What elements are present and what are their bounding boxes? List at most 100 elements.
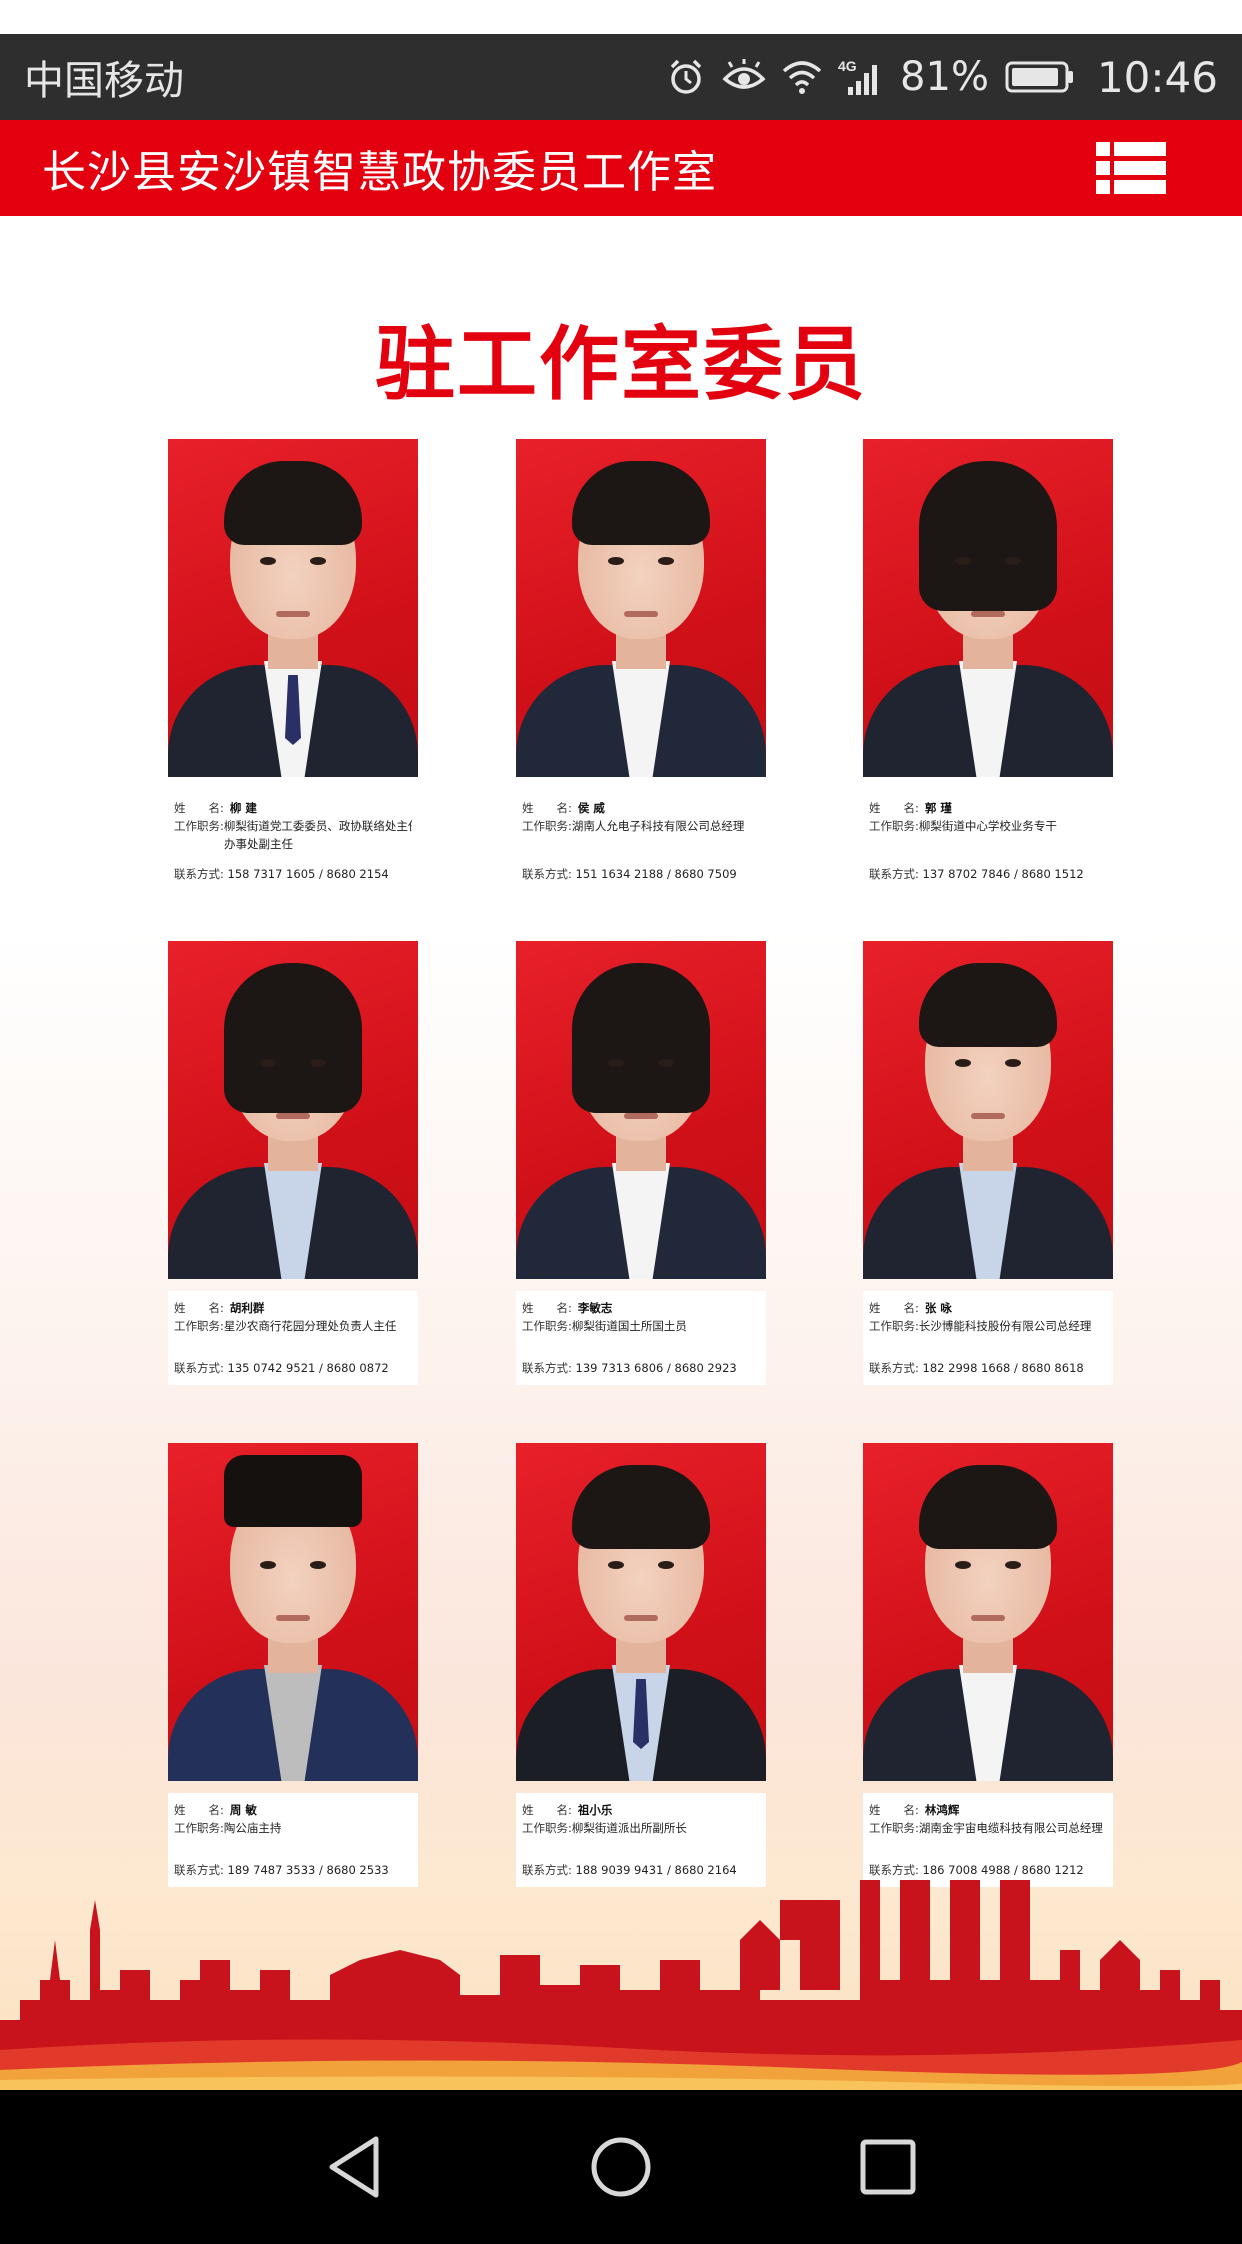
contact-label: 联系方式:: [869, 1863, 919, 1877]
app-title: 长沙县安沙镇智慧政协委员工作室: [42, 147, 717, 198]
position-label: 工作职务:: [869, 1821, 919, 1835]
battery-percent: 81%: [900, 54, 989, 100]
contact-label: 联系方式:: [174, 867, 224, 881]
member-photo: [516, 1443, 766, 1781]
member-info: 姓 名: 林鸿辉 工作职务:湖南金宇宙电缆科技有限公司总经理 联系方式: 186 …: [863, 1793, 1113, 1887]
member-contact: 137 8702 7846 / 8680 1512: [922, 867, 1084, 881]
name-label: 姓 名:: [174, 1803, 224, 1817]
name-label: 姓 名:: [522, 801, 572, 815]
member-info: 姓 名: 柳 建 工作职务:柳梨街道党工委委员、政协联络处主任、 办事处副主任 联…: [168, 791, 418, 891]
member-contact: 158 7317 1605 / 8680 2154: [227, 867, 389, 881]
member-contact: 186 7008 4988 / 8680 1212: [922, 1863, 1084, 1877]
menu-icon[interactable]: [1096, 142, 1166, 194]
carrier-label: 中国移动: [24, 58, 184, 104]
position-label: 工作职务:: [869, 819, 919, 833]
member-contact: 135 0742 9521 / 8680 0872: [227, 1361, 389, 1375]
member-photo: [168, 1443, 418, 1781]
member-name: 祖小乐: [577, 1803, 613, 1817]
member-info: 姓 名: 胡利群 工作职务:星沙农商行花园分理处负责人主任 联系方式: 135 0…: [168, 1291, 418, 1385]
contact-label: 联系方式:: [869, 1361, 919, 1375]
alarm-icon: [666, 57, 706, 97]
city-skyline-decoration: [0, 1880, 1242, 2090]
member-photo: [168, 941, 418, 1279]
member-name: 林鸿辉: [924, 1803, 960, 1817]
name-label: 姓 名:: [869, 1803, 919, 1817]
member-card[interactable]: 姓 名: 李敏志 工作职务:柳梨街道国土所国土员 联系方式: 139 7313 6…: [516, 941, 766, 1385]
position-label: 工作职务:: [522, 819, 572, 833]
app-header: 长沙县安沙镇智慧政协委员工作室: [0, 120, 1242, 216]
member-photo: [863, 1443, 1113, 1781]
member-position: 柳梨街道国土所国土员: [571, 1319, 687, 1333]
position-label: 工作职务:: [869, 1319, 919, 1333]
name-label: 姓 名:: [174, 1301, 224, 1315]
member-name: 胡利群: [229, 1301, 265, 1315]
member-position: 柳梨街道中心学校业务专干: [918, 819, 1057, 833]
member-contact: 189 7487 3533 / 8680 2533: [227, 1863, 389, 1877]
member-photo: [863, 439, 1113, 777]
member-position: 陶公庙主持: [223, 1821, 282, 1835]
member-card[interactable]: 姓 名: 祖小乐 工作职务:柳梨街道派出所副所长 联系方式: 188 9039 9…: [516, 1443, 766, 1887]
member-contact: 182 2998 1668 / 8680 8618: [922, 1361, 1084, 1375]
name-label: 姓 名:: [869, 801, 919, 815]
member-position: 湖南人允电子科技有限公司总经理: [571, 819, 745, 833]
member-info: 姓 名: 张 咏 工作职务:长沙博能科技股份有限公司总经理 联系方式: 182 2…: [863, 1291, 1113, 1385]
status-icons: 4G 81% 10:46: [666, 53, 1218, 102]
contact-label: 联系方式:: [174, 1361, 224, 1375]
member-card[interactable]: 姓 名: 周 敏 工作职务:陶公庙主持 联系方式: 189 7487 3533 /…: [168, 1443, 418, 1887]
eye-icon: [722, 59, 766, 95]
member-card[interactable]: 姓 名: 胡利群 工作职务:星沙农商行花园分理处负责人主任 联系方式: 135 0…: [168, 941, 418, 1385]
member-photo: [168, 439, 418, 777]
contact-label: 联系方式:: [869, 867, 919, 881]
member-position: 柳梨街道派出所副所长: [571, 1821, 687, 1835]
recents-square-icon[interactable]: [848, 2127, 928, 2207]
member-photo: [516, 941, 766, 1279]
member-card[interactable]: 姓 名: 柳 建 工作职务:柳梨街道党工委委员、政协联络处主任、 办事处副主任 联…: [168, 439, 418, 891]
member-info: 姓 名: 祖小乐 工作职务:柳梨街道派出所副所长 联系方式: 188 9039 9…: [516, 1793, 766, 1887]
contact-label: 联系方式:: [522, 1361, 572, 1375]
back-triangle-icon[interactable]: [314, 2127, 394, 2207]
name-label: 姓 名:: [522, 1803, 572, 1817]
member-card[interactable]: 姓 名: 张 咏 工作职务:长沙博能科技股份有限公司总经理 联系方式: 182 2…: [863, 941, 1113, 1385]
member-position: 长沙博能科技股份有限公司总经理: [918, 1319, 1092, 1333]
home-circle-icon[interactable]: [581, 2127, 661, 2207]
contact-label: 联系方式:: [522, 1863, 572, 1877]
contact-label: 联系方式:: [522, 867, 572, 881]
clock: 10:46: [1096, 52, 1218, 102]
member-info: 姓 名: 侯 威 工作职务:湖南人允电子科技有限公司总经理 联系方式: 151 1…: [516, 791, 766, 891]
member-photo: [863, 941, 1113, 1279]
member-name: 郭 瑾: [924, 801, 952, 815]
member-card[interactable]: 姓 名: 侯 威 工作职务:湖南人允电子科技有限公司总经理 联系方式: 151 1…: [516, 439, 766, 891]
name-label: 姓 名:: [869, 1301, 919, 1315]
member-name: 周 敏: [229, 1803, 257, 1817]
member-name: 柳 建: [229, 801, 257, 815]
member-card[interactable]: 姓 名: 林鸿辉 工作职务:湖南金宇宙电缆科技有限公司总经理 联系方式: 186 …: [863, 1443, 1113, 1887]
member-position: 湖南金宇宙电缆科技有限公司总经理: [918, 1821, 1103, 1835]
position-label: 工作职务:: [174, 1821, 224, 1835]
member-position: 星沙农商行花园分理处负责人主任: [223, 1319, 397, 1333]
navigation-bar: [0, 2090, 1242, 2244]
name-label: 姓 名:: [174, 801, 224, 815]
top-strip: [0, 0, 1242, 34]
member-info: 姓 名: 郭 瑾 工作职务:柳梨街道中心学校业务专干 联系方式: 137 8702…: [863, 791, 1113, 891]
member-contact: 151 1634 2188 / 8680 7509: [575, 867, 737, 881]
member-contact: 139 7313 6806 / 8680 2923: [575, 1361, 737, 1375]
member-card[interactable]: 姓 名: 郭 瑾 工作职务:柳梨街道中心学校业务专干 联系方式: 137 8702…: [863, 439, 1113, 891]
member-position: 柳梨街道党工委委员、政协联络处主任、: [223, 819, 412, 833]
contact-label: 联系方式:: [174, 1863, 224, 1877]
member-name: 张 咏: [924, 1301, 952, 1315]
member-info: 姓 名: 周 敏 工作职务:陶公庙主持 联系方式: 189 7487 3533 /…: [168, 1793, 418, 1887]
signal-icon: 4G: [838, 57, 884, 97]
status-bar: 中国移动 4G 81% 10:46: [0, 34, 1242, 120]
position-label: 工作职务:: [522, 1821, 572, 1835]
position-label: 工作职务:: [522, 1319, 572, 1333]
network-label: 4G: [838, 58, 857, 74]
battery-icon: [1005, 60, 1075, 94]
member-contact: 188 9039 9431 / 8680 2164: [575, 1863, 737, 1877]
member-name: 李敏志: [577, 1301, 613, 1315]
member-info: 姓 名: 李敏志 工作职务:柳梨街道国土所国土员 联系方式: 139 7313 6…: [516, 1291, 766, 1385]
member-photo: [516, 439, 766, 777]
page-heading: 驻工作室委员: [375, 318, 867, 411]
main-content: 驻工作室委员 姓 名: 柳 建 工作职务:柳梨街道党工委委员、政协联络处主任、 办…: [0, 216, 1242, 2090]
member-name: 侯 威: [577, 801, 605, 815]
name-label: 姓 名:: [522, 1301, 572, 1315]
